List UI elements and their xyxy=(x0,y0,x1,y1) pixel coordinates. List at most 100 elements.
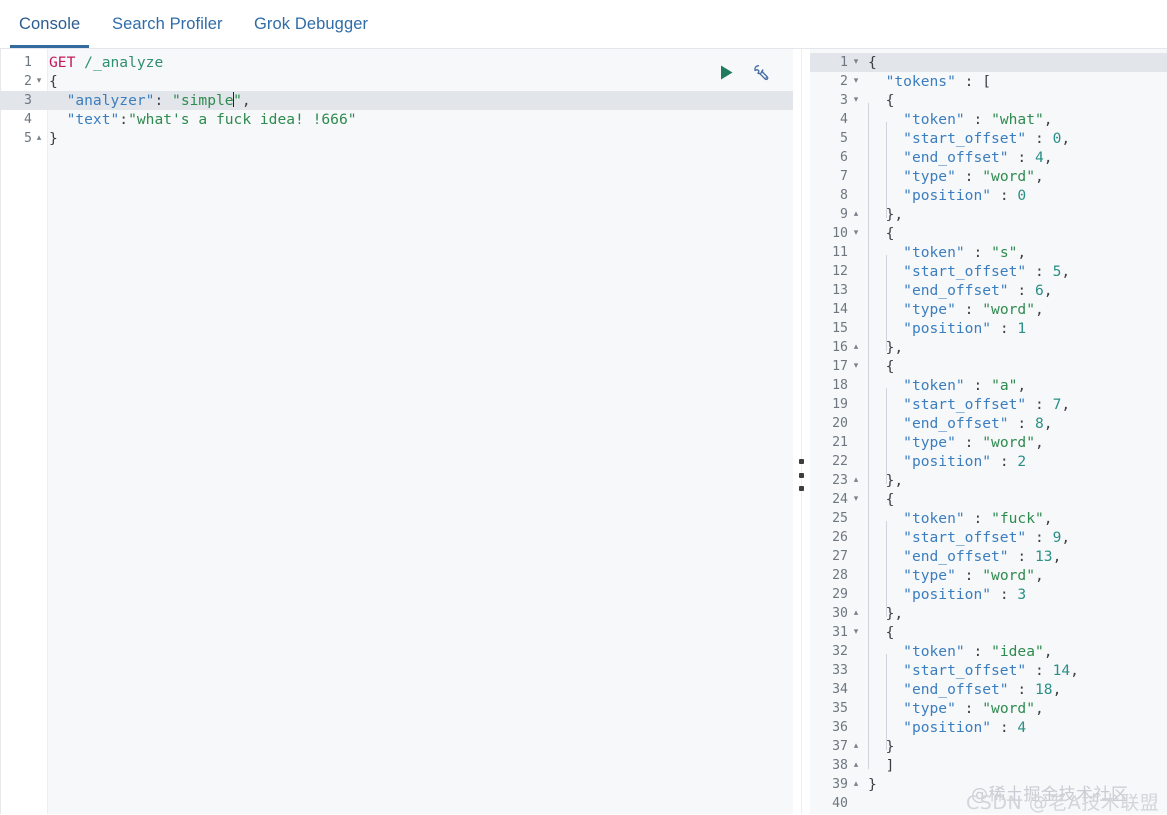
code-line[interactable]: 4 "token" : "what", xyxy=(810,110,1167,142)
splitter-rule xyxy=(801,49,802,814)
code-line[interactable]: 36 "position" : 4 xyxy=(810,718,1167,750)
splitter-grip-dots[interactable] xyxy=(798,459,805,491)
line-number: 35 xyxy=(832,701,848,716)
fold-close-icon[interactable]: ▴ xyxy=(850,338,862,357)
line-number: 39 xyxy=(832,777,848,792)
play-icon[interactable] xyxy=(716,62,736,82)
fold-open-icon[interactable]: ▾ xyxy=(850,490,862,509)
code-line[interactable]: 1 GET /_analyze xyxy=(0,53,793,72)
fold-close-icon[interactable]: ▴ xyxy=(850,205,862,224)
code-line[interactable]: 27 "end_offset" : 13, xyxy=(810,547,1167,579)
code-line-text: GET /_analyze xyxy=(49,54,164,71)
code-line[interactable]: 6 "end_offset" : 4, xyxy=(810,148,1167,180)
line-number: 3 xyxy=(840,93,848,108)
request-editor-pane[interactable]: 1 GET /_analyze 2 ▾{3 "analyzer": "simple",… xyxy=(0,49,793,814)
code-line[interactable]: 12 "start_offset" : 5, xyxy=(810,262,1167,294)
code-line[interactable]: 23 ▴ }, xyxy=(810,471,1167,503)
code-line[interactable]: 30 ▴ }, xyxy=(810,604,1167,636)
fold-close-icon[interactable]: ▴ xyxy=(850,737,862,756)
line-number: 17 xyxy=(832,359,848,374)
fold-close-icon[interactable]: ▴ xyxy=(850,775,862,794)
code-line[interactable]: 35 "type" : "word", xyxy=(810,699,1167,731)
code-line[interactable]: 9 ▴ }, xyxy=(810,205,1167,237)
tab-console[interactable]: Console xyxy=(10,0,90,48)
code-line[interactable]: 37 ▴ } xyxy=(810,737,1167,769)
fold-open-icon[interactable]: ▾ xyxy=(850,91,862,110)
code-line[interactable]: 17 ▾ { xyxy=(810,357,1167,389)
fold-open-icon[interactable]: ▾ xyxy=(850,623,862,642)
code-line[interactable]: 2 ▾ "tokens" : [ xyxy=(810,72,1167,91)
code-line[interactable]: 10 ▾ { xyxy=(810,224,1167,256)
pane-splitter-handle[interactable] xyxy=(793,49,810,814)
code-line-text: "end_offset" : 4, xyxy=(868,149,1053,180)
code-line[interactable]: 21 "type" : "word", xyxy=(810,433,1167,465)
code-line-text: "position" : 2 xyxy=(868,453,1027,484)
code-line[interactable]: 13 "end_offset" : 6, xyxy=(810,281,1167,313)
code-line[interactable]: 26 "start_offset" : 9, xyxy=(810,528,1167,560)
code-line[interactable]: 38 ▴ ] xyxy=(810,756,1167,775)
code-line[interactable]: 20 "end_offset" : 8, xyxy=(810,414,1167,446)
code-line[interactable]: 4 "text":"what's a fuck idea! !666" xyxy=(0,110,793,129)
code-line[interactable]: 22 "position" : 2 xyxy=(810,452,1167,484)
code-line[interactable]: 19 "start_offset" : 7, xyxy=(810,395,1167,427)
code-line[interactable]: 5 "start_offset" : 0, xyxy=(810,129,1167,161)
code-line[interactable]: 14 "type" : "word", xyxy=(810,300,1167,332)
fold-open-icon[interactable]: ▾ xyxy=(850,72,862,91)
code-line[interactable]: 7 "type" : "word", xyxy=(810,167,1167,199)
code-line-text: "end_offset" : 13, xyxy=(868,548,1062,579)
code-line-text: { xyxy=(868,92,895,123)
code-line[interactable]: 16 ▴ }, xyxy=(810,338,1167,370)
fold-open-icon[interactable]: ▾ xyxy=(850,357,862,376)
line-number: 30 xyxy=(832,606,848,621)
code-line[interactable]: 8 "position" : 0 xyxy=(810,186,1167,218)
fold-close-icon[interactable]: ▴ xyxy=(33,129,45,148)
line-number: 11 xyxy=(832,245,848,260)
code-line-text: { xyxy=(868,54,877,71)
code-line[interactable]: 33 "start_offset" : 14, xyxy=(810,661,1167,693)
code-line-text: } xyxy=(868,738,895,769)
code-line-text: "start_offset" : 9, xyxy=(868,529,1071,560)
code-line-text: "position" : 0 xyxy=(868,187,1027,218)
wrench-icon[interactable] xyxy=(750,61,772,83)
code-line[interactable]: 29 "position" : 3 xyxy=(810,585,1167,617)
fold-close-icon[interactable]: ▴ xyxy=(850,471,862,490)
code-line[interactable]: 1 ▾ { xyxy=(810,53,1167,72)
line-number: 1 xyxy=(840,55,848,70)
code-line-text: "position" : 1 xyxy=(868,320,1027,351)
code-line[interactable]: 18 "token" : "a", xyxy=(810,376,1167,408)
code-line[interactable]: 34 "end_offset" : 18, xyxy=(810,680,1167,712)
code-line[interactable]: 32 "token" : "idea", xyxy=(810,642,1167,674)
response-output-pane[interactable]: 1 ▾{2 ▾ "tokens" : [3 ▾ {4 "token" : "what"… xyxy=(810,49,1167,814)
code-line[interactable]: 2 ▾{ xyxy=(0,72,793,91)
grip-dot xyxy=(799,486,804,491)
code-line[interactable]: 11 "token" : "s", xyxy=(810,243,1167,275)
tab-grok-debugger-label: Grok Debugger xyxy=(254,14,369,33)
line-number: 4 xyxy=(24,112,32,127)
fold-open-icon[interactable]: ▾ xyxy=(850,224,862,243)
tab-grok-debugger[interactable]: Grok Debugger xyxy=(245,0,377,48)
code-line-text: "position" : 4 xyxy=(868,719,1027,750)
code-line[interactable]: 31 ▾ { xyxy=(810,623,1167,655)
line-number: 10 xyxy=(832,226,848,241)
fold-close-icon[interactable]: ▴ xyxy=(850,604,862,623)
line-number: 5 xyxy=(840,131,848,146)
code-line[interactable]: 25 "token" : "fuck", xyxy=(810,509,1167,541)
code-line[interactable]: 3 "analyzer": "simple", xyxy=(0,91,793,110)
fold-open-icon[interactable]: ▾ xyxy=(850,53,862,72)
line-number: 28 xyxy=(832,568,848,583)
code-line[interactable]: 15 "position" : 1 xyxy=(810,319,1167,351)
code-line-text: { xyxy=(49,73,58,90)
code-line[interactable]: 28 "type" : "word", xyxy=(810,566,1167,598)
tab-search-profiler[interactable]: Search Profiler xyxy=(103,0,232,48)
code-line[interactable]: 39 ▴} xyxy=(810,775,1167,794)
code-line-text: }, xyxy=(868,206,904,237)
code-line[interactable]: 40 xyxy=(810,794,1167,813)
fold-close-icon[interactable]: ▴ xyxy=(850,756,862,775)
fold-open-icon[interactable]: ▾ xyxy=(33,72,45,91)
line-number: 5 xyxy=(24,131,32,146)
code-line-text: "token" : "idea", xyxy=(868,643,1053,674)
code-line-text: "position" : 3 xyxy=(868,586,1027,617)
code-line[interactable]: 5 ▴} xyxy=(0,129,793,148)
code-line[interactable]: 24 ▾ { xyxy=(810,490,1167,522)
code-line[interactable]: 3 ▾ { xyxy=(810,91,1167,123)
